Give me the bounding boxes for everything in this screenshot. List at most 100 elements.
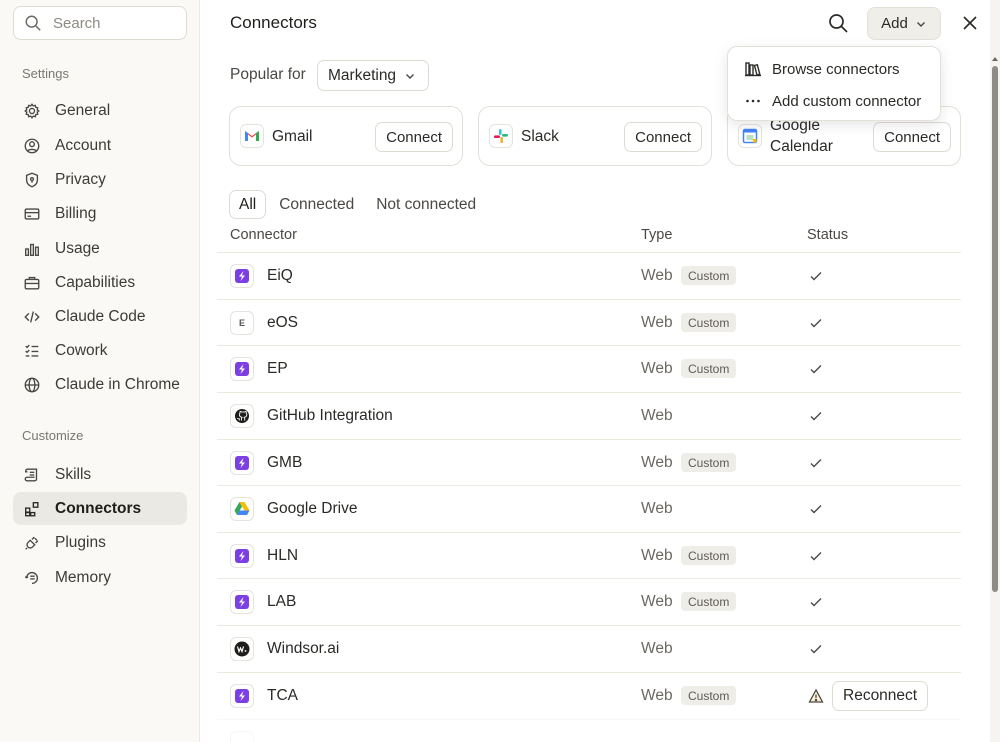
search-input[interactable] — [53, 14, 173, 32]
custom-bolt-icon — [230, 356, 254, 381]
check-icon — [810, 411, 822, 421]
connector-type: Web — [641, 686, 673, 704]
add-custom-connector-menu-item[interactable]: Add custom connector — [734, 85, 934, 117]
popular-card-slack: Slack Connect — [478, 106, 712, 166]
table-row[interactable]: HLN Web Custom — [217, 532, 961, 579]
sidebar-item-connectors[interactable]: Connectors — [13, 492, 187, 525]
tab-all[interactable]: All — [229, 190, 267, 219]
table-row[interactable]: LAB Web Custom — [217, 578, 961, 625]
connector-type: Web — [641, 546, 673, 564]
user-circle-icon — [22, 136, 42, 156]
reconnect-button[interactable]: Reconnect — [832, 680, 929, 711]
connector-type: Web — [641, 592, 673, 610]
table-row[interactable]: EiQ Web Custom — [217, 252, 961, 299]
google-calendar-icon — [738, 124, 762, 148]
gmail-icon — [240, 124, 264, 148]
popular-card-gmail: Gmail Connect — [229, 106, 463, 166]
menu-item-label: Add custom connector — [772, 92, 922, 110]
add-button-label: Add — [881, 15, 908, 32]
chevron-down-icon — [406, 73, 415, 79]
table-row[interactable]: Google Drive Web — [217, 485, 961, 532]
scroll-thumb[interactable] — [992, 66, 998, 592]
code-icon — [22, 307, 42, 327]
connector-name: Google Calendar — [770, 117, 833, 155]
connect-button[interactable]: Connect — [375, 122, 453, 152]
connector-type: Web — [641, 499, 673, 517]
custom-badge: Custom — [681, 453, 737, 473]
sidebar-item-usage[interactable]: Usage — [13, 232, 187, 265]
popular-category-select[interactable]: Marketing — [317, 60, 429, 91]
gear-icon — [22, 101, 42, 121]
sidebar-search[interactable] — [13, 6, 187, 40]
connector-name: Windsor.ai — [267, 639, 340, 657]
google-drive-icon — [230, 496, 254, 521]
checklist-icon — [22, 341, 42, 361]
sidebar-item-label: Billing — [55, 204, 97, 222]
custom-badge: Custom — [681, 686, 737, 706]
github-icon — [230, 403, 254, 428]
tab-connected[interactable]: Connected — [270, 190, 363, 219]
bar-chart-icon — [22, 239, 42, 259]
search-icon[interactable] — [827, 12, 849, 34]
column-header-connector: Connector — [230, 227, 297, 243]
warning-icon — [808, 688, 824, 703]
scrollbar[interactable] — [990, 0, 1000, 742]
connector-name: Slack — [521, 127, 559, 145]
connector-type: Web — [641, 266, 673, 284]
table-row[interactable]: E eOS Web Custom — [217, 299, 961, 346]
sidebar-item-general[interactable]: General — [13, 94, 187, 127]
connect-button[interactable]: Connect — [624, 122, 702, 152]
custom-bolt-icon — [230, 589, 254, 614]
check-icon — [810, 644, 822, 654]
sidebar-item-label: Usage — [55, 239, 100, 257]
scroll-up-arrow-icon[interactable] — [992, 56, 998, 62]
check-icon — [810, 551, 822, 561]
letter-e-icon: E — [230, 310, 254, 335]
connector-logo — [230, 730, 254, 742]
sidebar-item-billing[interactable]: Billing — [13, 197, 187, 230]
table-row[interactable]: GitHub Integration Web — [217, 392, 961, 439]
browse-connectors-menu-item[interactable]: Browse connectors — [734, 53, 934, 85]
table-row[interactable]: EP Web Custom — [217, 345, 961, 392]
sidebar-item-label: Account — [55, 136, 112, 154]
sidebar-item-capabilities[interactable]: Capabilities — [13, 266, 187, 299]
sidebar-item-account[interactable]: Account — [13, 129, 187, 162]
connector-name: LAB — [267, 592, 297, 610]
tab-not-connected[interactable]: Not connected — [367, 190, 485, 219]
check-icon — [810, 504, 822, 514]
sidebar-item-skills[interactable]: Skills — [13, 458, 187, 491]
sidebar-item-label: Memory — [55, 568, 111, 586]
sidebar-item-memory[interactable]: Memory — [13, 561, 187, 594]
sidebar-item-label: Capabilities — [55, 273, 136, 291]
connector-type: Web — [641, 359, 673, 377]
table-row[interactable]: Windsor.ai Web — [217, 625, 961, 672]
connector-name: EiQ — [267, 266, 293, 284]
custom-badge: Custom — [681, 546, 737, 566]
connector-type: Web — [641, 406, 673, 424]
sidebar-item-claude-code[interactable]: Claude Code — [13, 300, 187, 333]
connector-name: GitHub Integration — [267, 406, 393, 424]
connect-button[interactable]: Connect — [873, 122, 951, 152]
sidebar-item-cowork[interactable]: Cowork — [13, 334, 187, 367]
library-icon — [744, 60, 762, 78]
sidebar-item-plugins[interactable]: Plugins — [13, 526, 187, 559]
custom-bolt-icon — [230, 683, 254, 708]
connector-name: eOS — [267, 313, 299, 331]
sidebar-item-privacy[interactable]: Privacy — [13, 163, 187, 196]
memory-icon — [22, 568, 42, 588]
page-title: Connectors — [230, 13, 317, 32]
sidebar-item-label: General — [55, 101, 111, 119]
sidebar-item-claude-in-chrome[interactable]: Claude in Chrome — [13, 368, 187, 401]
scroll-icon — [22, 465, 42, 485]
menu-item-label: Browse connectors — [772, 60, 900, 78]
plug-icon — [22, 533, 42, 553]
shield-icon — [22, 170, 42, 190]
credit-card-icon — [22, 204, 42, 224]
table-row[interactable]: GMB Web Custom — [217, 439, 961, 486]
table-row[interactable]: TCA Web Custom Reconnect — [217, 672, 961, 719]
add-button[interactable]: Add — [867, 7, 941, 40]
connector-name: EP — [267, 359, 288, 377]
popular-category-value: Marketing — [328, 66, 397, 84]
close-icon[interactable] — [960, 13, 980, 33]
connector-type: Web — [641, 313, 673, 331]
